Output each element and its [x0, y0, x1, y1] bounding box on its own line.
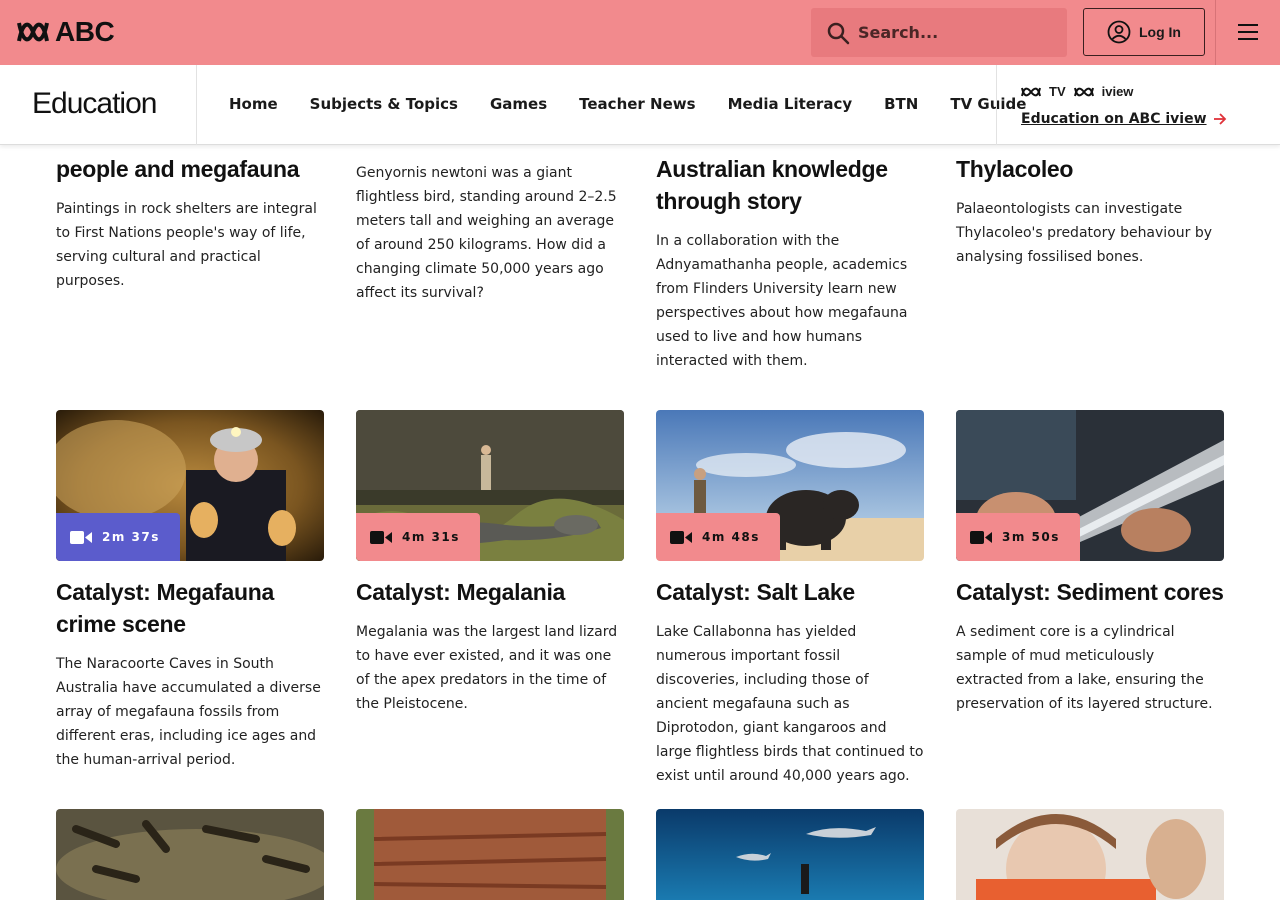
card-title[interactable]: Catalyst: Sediment cores [956, 576, 1224, 608]
card-description: The Naracoorte Caves in South Australia … [56, 656, 321, 768]
video-camera-icon [370, 530, 392, 544]
duration-badge: 3m 50s [956, 513, 1080, 561]
nav-item-subjects-topics[interactable]: Subjects & Topics [310, 95, 458, 113]
card-adnyamathanha[interactable]: Australian knowledge through story In a … [656, 121, 924, 373]
abc-logo[interactable]: ABC [17, 16, 115, 47]
card-description: Genyornis newtoni was a giant flightless… [356, 165, 617, 301]
nav-item-tv-guide[interactable]: TV Guide [950, 95, 1026, 113]
iview-link-label: Education on ABC iview [1021, 111, 1207, 127]
header-divider [1215, 0, 1216, 65]
thumbnail-salt-lake[interactable]: 4m 48s [656, 410, 924, 561]
thumbnail-lizard[interactable]: 4m 31s [356, 410, 624, 561]
card-title[interactable]: Thylacoleo [956, 153, 1224, 185]
user-icon [1107, 20, 1131, 44]
nav-item-teacher-news[interactable]: Teacher News [579, 95, 695, 113]
search-input[interactable] [858, 23, 1048, 42]
nav-item-home[interactable]: Home [229, 95, 278, 113]
site-header: ABC Log In [0, 0, 1280, 65]
menu-button[interactable] [1232, 20, 1264, 44]
card-title[interactable]: Australian knowledge through story [656, 153, 924, 217]
card-title[interactable]: Catalyst: Salt Lake [656, 576, 924, 608]
card-rock-art[interactable]: people and megafauna Paintings in rock s… [56, 121, 324, 293]
menu-icon-line [1238, 38, 1258, 40]
card-description: Palaeontologists can investigate Thylaco… [956, 201, 1213, 265]
duration-text: 2m 37s [102, 530, 160, 544]
thumbnail-sharks[interactable] [656, 809, 924, 900]
thumbnail-image [56, 809, 324, 900]
card-description: A sediment core is a cylindrical sample … [956, 624, 1213, 712]
thumbnail-image [956, 809, 1224, 900]
arrow-right-icon [1213, 113, 1226, 125]
duration-badge: 4m 48s [656, 513, 780, 561]
card-megafauna-crime-scene[interactable]: 2m 37s Catalyst: Megafauna crime scene T… [56, 410, 324, 772]
video-camera-icon [670, 530, 692, 544]
card-description: Megalania was the largest land lizard to… [356, 624, 618, 712]
thumbnail-image [356, 809, 624, 900]
tv-logo-text: TV [1049, 84, 1066, 99]
card-megalania[interactable]: 4m 31s Catalyst: Megalania Megalania was… [356, 410, 624, 716]
card-salt-lake[interactable]: 4m 48s Catalyst: Salt Lake Lake Callabon… [656, 410, 924, 788]
logo-text: ABC [55, 16, 115, 47]
menu-icon-line [1238, 31, 1258, 33]
duration-badge: 2m 37s [56, 513, 180, 561]
card-title-line: Australian knowledge [656, 156, 888, 182]
nav-item-media-literacy[interactable]: Media Literacy [728, 95, 853, 113]
card-title-line: through story [656, 188, 802, 214]
iview-link[interactable]: Education on ABC iview [1021, 111, 1227, 127]
card-title[interactable]: Catalyst: Megalania [356, 576, 624, 608]
section-title[interactable]: Education [32, 87, 157, 121]
thumbnail-cave[interactable]: 2m 37s [56, 410, 324, 561]
card-sediment-cores[interactable]: 3m 50s Catalyst: Sediment cores A sedime… [956, 410, 1224, 716]
abc-mini-icon [1021, 87, 1041, 96]
card-description: Lake Callabonna has yielded numerous imp… [656, 624, 924, 784]
card-description: Paintings in rock shelters are integral … [56, 201, 317, 289]
duration-text: 3m 50s [1002, 530, 1060, 544]
nav-divider [996, 65, 997, 145]
login-button[interactable]: Log In [1083, 8, 1205, 56]
card-description: In a collaboration with the Adnyamathanh… [656, 233, 908, 369]
thumbnail-sediment[interactable]: 3m 50s [956, 410, 1224, 561]
nav-item-games[interactable]: Games [490, 95, 547, 113]
thumbnail-students[interactable] [956, 809, 1224, 900]
section-nav: Home Subjects & Topics Games Teacher New… [229, 95, 1026, 113]
iview-logo-text: iview [1101, 84, 1134, 99]
video-camera-icon [70, 530, 92, 544]
abc-mini-icon [1073, 87, 1094, 96]
card-genyornis[interactable]: Genyornis newtoni was a giant flightless… [356, 137, 624, 305]
search-box[interactable] [811, 8, 1067, 57]
duration-badge: 4m 31s [356, 513, 480, 561]
abc-tv-iview-logos: TV iview [1021, 84, 1133, 99]
card-title[interactable]: people and megafauna [56, 153, 324, 185]
duration-text: 4m 31s [402, 530, 460, 544]
login-label: Log In [1139, 24, 1181, 40]
video-camera-icon [970, 530, 992, 544]
search-icon [827, 22, 850, 44]
thumbnail-rock-layers[interactable] [356, 809, 624, 900]
menu-icon-line [1238, 24, 1258, 26]
thumbnail-image [656, 809, 924, 900]
duration-text: 4m 48s [702, 530, 760, 544]
thumbnail-bones[interactable] [56, 809, 324, 900]
abc-lissajous-icon [17, 22, 49, 42]
education-nav-bar: Education Home Subjects & Topics Games T… [0, 65, 1280, 145]
nav-item-btn[interactable]: BTN [884, 95, 918, 113]
card-title[interactable]: Catalyst: Megafauna crime scene [56, 576, 324, 640]
nav-divider [196, 65, 197, 145]
